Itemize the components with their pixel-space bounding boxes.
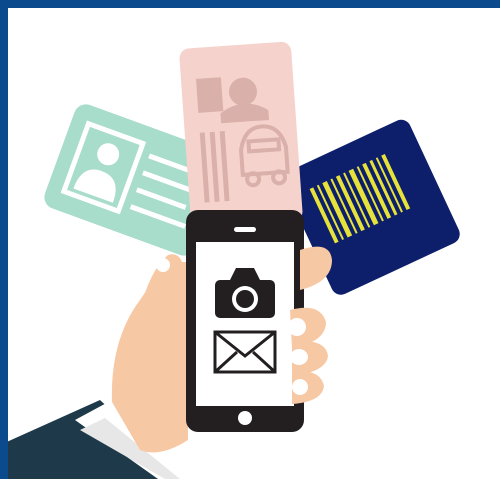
illustration-canvas	[8, 41, 460, 479]
phone-home-button	[238, 411, 252, 425]
phone-screen	[196, 242, 294, 406]
license-stripes	[199, 131, 230, 203]
driver-license-card	[179, 41, 303, 228]
phone-speaker	[234, 227, 256, 232]
envelope-icon	[213, 330, 277, 374]
smartphone	[186, 210, 304, 432]
index-finger	[300, 246, 332, 290]
illustration-frame	[0, 0, 500, 479]
